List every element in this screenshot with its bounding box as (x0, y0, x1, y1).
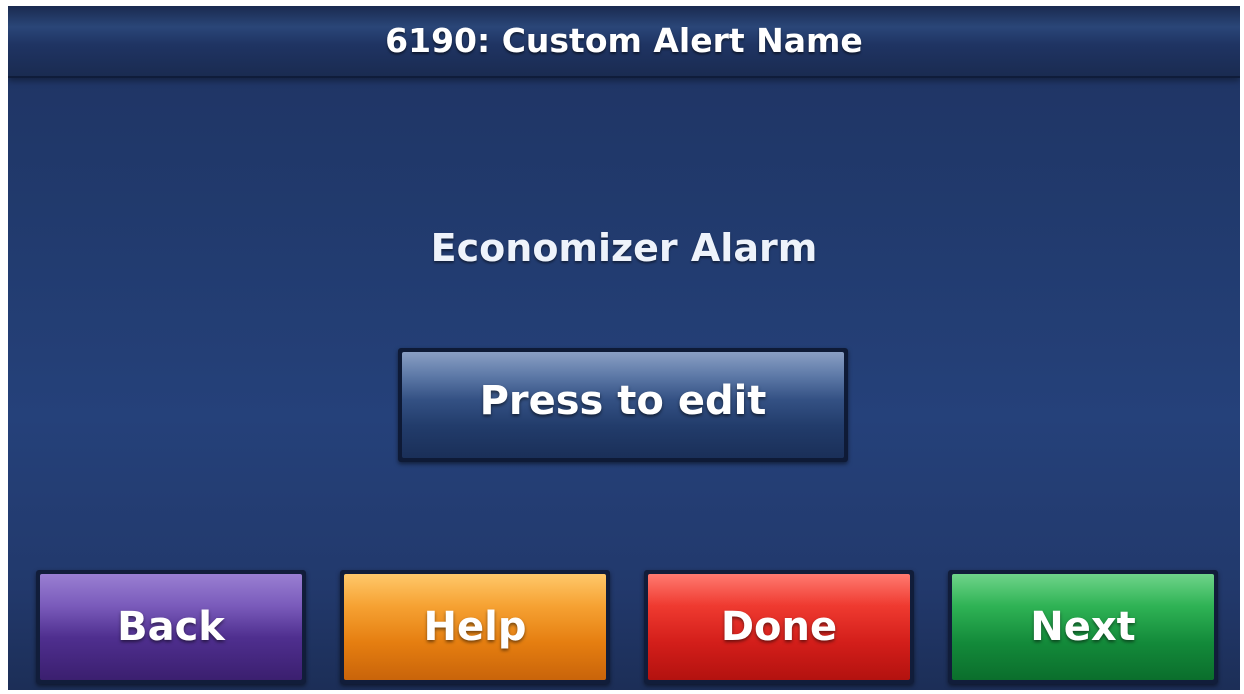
back-button[interactable]: Back (36, 570, 306, 684)
next-button[interactable]: Next (948, 570, 1218, 684)
done-button-label: Done (720, 604, 838, 650)
alert-name-value: Economizer Alarm (430, 226, 818, 270)
next-button-label: Next (1030, 604, 1136, 650)
press-to-edit-button[interactable]: Press to edit (398, 348, 848, 462)
press-to-edit-label: Press to edit (479, 378, 767, 424)
back-button-label: Back (117, 604, 225, 650)
help-button[interactable]: Help (340, 570, 610, 684)
header-bar: 6190: Custom Alert Name (8, 6, 1240, 78)
device-frame: 6190: Custom Alert Name Economizer Alarm… (0, 0, 1244, 694)
help-button-label: Help (423, 604, 527, 650)
done-button[interactable]: Done (644, 570, 914, 684)
thermostat-screen: 6190: Custom Alert Name Economizer Alarm… (8, 6, 1240, 690)
page-title: 6190: Custom Alert Name (385, 21, 863, 60)
